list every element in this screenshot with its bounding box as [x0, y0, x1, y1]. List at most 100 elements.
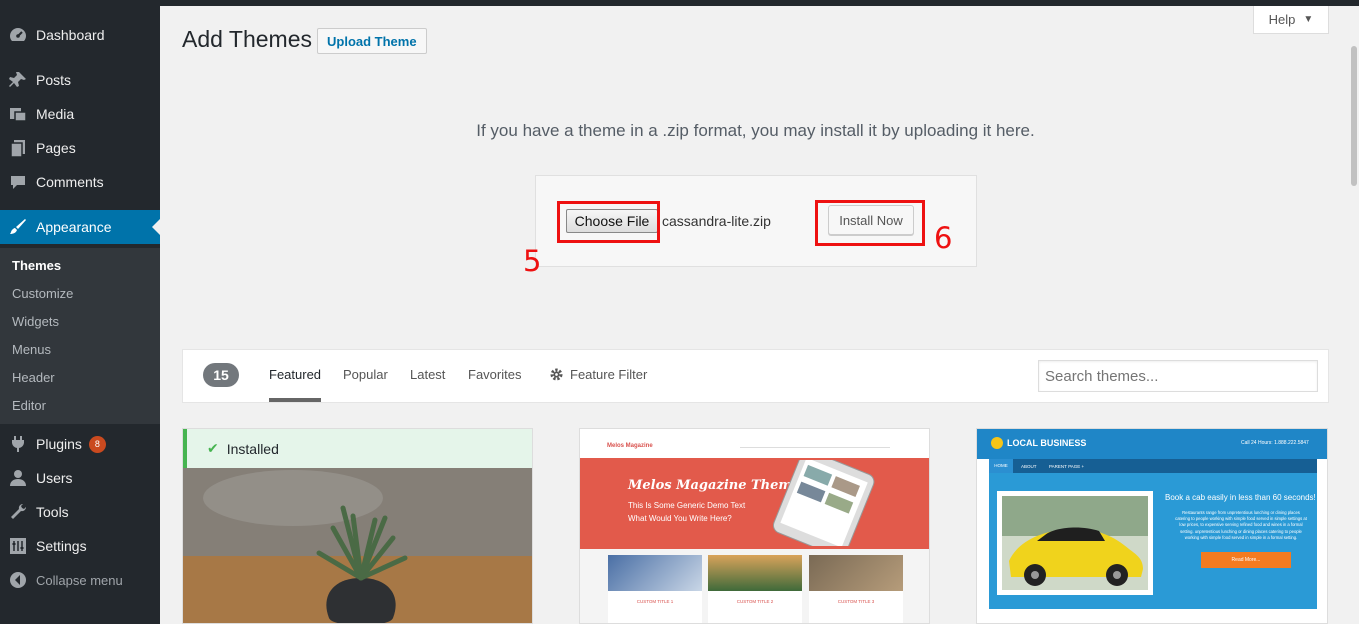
melos-hero-sub-2: What Would You Write Here? [628, 514, 732, 523]
sidebar-item-label: Dashboard [36, 27, 105, 43]
lb-logo-icon [991, 437, 1003, 449]
post-thumbnail [809, 555, 903, 591]
sidebar-item-media[interactable]: Media [0, 97, 160, 131]
sidebar-item-label: Tools [36, 504, 69, 520]
feature-filter-button[interactable]: Feature Filter [549, 367, 647, 402]
scrollbar-thumb[interactable] [1351, 46, 1357, 186]
appearance-submenu: Themes Customize Widgets Menus Header Ed… [0, 248, 160, 424]
post-thumbnail [608, 555, 702, 591]
sidebar-item-comments[interactable]: Comments [0, 165, 160, 199]
sidebar-item-users[interactable]: Users [0, 461, 160, 495]
submenu-item-editor[interactable]: Editor [12, 391, 46, 419]
wrench-icon [0, 502, 36, 522]
brush-icon [0, 217, 36, 237]
tab-popular[interactable]: Popular [343, 367, 388, 402]
post-title: CUSTOM TITLE 3 [837, 599, 875, 604]
post-title: CUSTOM TITLE 1 [636, 599, 674, 604]
sidebar-item-settings[interactable]: Settings [0, 529, 160, 563]
plant-photo [183, 468, 532, 623]
lb-hero: Book a cab easily in less than 60 second… [989, 473, 1317, 609]
melos-hero: Melos Magazine Theme This Is Some Generi… [580, 458, 929, 549]
melos-brand: Melos Magazine [607, 443, 653, 449]
theme-card-melos[interactable]: Melos Magazine Melos Magazine Theme This… [579, 428, 930, 624]
search-themes-input[interactable] [1038, 360, 1318, 392]
tab-latest[interactable]: Latest [410, 367, 445, 402]
melos-posts: CUSTOM TITLE 1 CUSTOM TITLE 2 CUSTOM TIT… [580, 549, 929, 623]
theme-card-local-business[interactable]: LOCAL BUSINESS Call 24 Hours: 1.888.222.… [976, 428, 1328, 624]
melos-nav-line [740, 447, 890, 448]
submenu-item-customize[interactable]: Customize [12, 279, 73, 307]
pages-icon [0, 138, 36, 158]
upload-instructions: If you have a theme in a .zip format, yo… [476, 121, 1035, 140]
feature-filter-label: Feature Filter [570, 367, 648, 382]
sidebar-item-label: Plugins [36, 436, 82, 452]
installed-notice: ✔ Installed [183, 429, 532, 468]
page-scrollbar[interactable] [1349, 6, 1359, 624]
sidebar-item-pages[interactable]: Pages [0, 131, 160, 165]
lb-nav-parent: PARENT PAGE + [1049, 464, 1085, 469]
phone-mockup-icon [772, 460, 875, 546]
sidebar-item-label: Posts [36, 72, 72, 88]
pin-icon [0, 70, 36, 90]
settings-icon [0, 536, 36, 556]
submenu-item-widgets[interactable]: Widgets [12, 307, 59, 335]
installed-label: Installed [226, 440, 279, 457]
theme-count-badge: 15 [203, 363, 239, 387]
sidebar-item-dashboard[interactable]: Dashboard [0, 18, 160, 52]
melos-nav: Melos Magazine [580, 429, 929, 458]
annotation-box-install-now [815, 200, 925, 246]
post-thumbnail [708, 555, 802, 591]
sidebar-item-plugins[interactable]: Plugins 8 [0, 427, 160, 461]
collapse-menu-button[interactable]: Collapse menu [0, 563, 160, 597]
sidebar-item-posts[interactable]: Posts [0, 63, 160, 97]
lb-nav: HOME ABOUT PARENT PAGE + [989, 459, 1317, 473]
admin-sidebar: Dashboard Posts Media Pages Comments App… [0, 0, 160, 624]
top-admin-bar [0, 0, 1359, 6]
sidebar-item-appearance[interactable]: Appearance [0, 210, 160, 244]
annotation-step-6: 6 [934, 221, 953, 255]
sidebar-item-label: Pages [36, 140, 76, 156]
melos-hero-sub-1: This Is Some Generic Demo Text [628, 501, 746, 510]
sidebar-item-label: Settings [36, 538, 87, 554]
sidebar-item-tools[interactable]: Tools [0, 495, 160, 529]
lb-header: LOCAL BUSINESS Call 24 Hours: 1.888.222.… [977, 429, 1327, 459]
sidebar-item-label: Comments [36, 174, 104, 190]
annotation-box-choose-file [557, 201, 660, 243]
plugin-icon [0, 434, 36, 454]
sidebar-item-label: Users [36, 470, 73, 486]
lb-phone: Call 24 Hours: 1.888.222.5847 [1241, 440, 1309, 446]
lb-brand: LOCAL BUSINESS [1007, 438, 1087, 448]
melos-post-1: CUSTOM TITLE 1 [608, 555, 702, 623]
media-icon [0, 104, 36, 124]
melos-post-3: CUSTOM TITLE 3 [809, 555, 903, 623]
theme-card-installed[interactable]: ✔ Installed [182, 428, 533, 624]
checkmark-icon: ✔ [207, 440, 219, 456]
submenu-item-header[interactable]: Header [12, 363, 55, 391]
dashboard-icon [0, 25, 36, 45]
comment-icon [0, 172, 36, 192]
help-label: Help [1268, 12, 1296, 27]
collapse-icon [0, 570, 36, 590]
update-count-badge: 8 [88, 435, 106, 453]
submenu-item-themes[interactable]: Themes [12, 251, 61, 279]
melos-post-2: CUSTOM TITLE 2 [708, 555, 802, 623]
theme-screenshot [183, 468, 532, 623]
tab-favorites[interactable]: Favorites [468, 367, 521, 402]
page-title: Add Themes [182, 26, 312, 52]
upload-theme-button[interactable]: Upload Theme [317, 28, 427, 54]
selected-file-name: cassandra-lite.zip [662, 213, 771, 229]
lb-body-text: Restaurants range from unpretentious lun… [1175, 510, 1307, 540]
gear-icon [549, 367, 564, 402]
lb-nav-about: ABOUT [1021, 464, 1037, 469]
sidebar-item-label: Media [36, 106, 75, 122]
tab-featured[interactable]: Featured [269, 367, 322, 402]
user-icon [0, 468, 36, 488]
yellow-car-photo [997, 491, 1153, 595]
lb-nav-home: HOME [989, 459, 1013, 473]
help-button[interactable]: Help ▼ [1253, 6, 1329, 34]
lb-headline: Book a cab easily in less than 60 second… [1165, 493, 1316, 502]
chevron-down-icon: ▼ [1303, 14, 1314, 25]
submenu-item-menus[interactable]: Menus [12, 335, 51, 363]
sidebar-item-label: Collapse menu [36, 572, 123, 588]
annotation-step-5: 5 [523, 244, 542, 278]
